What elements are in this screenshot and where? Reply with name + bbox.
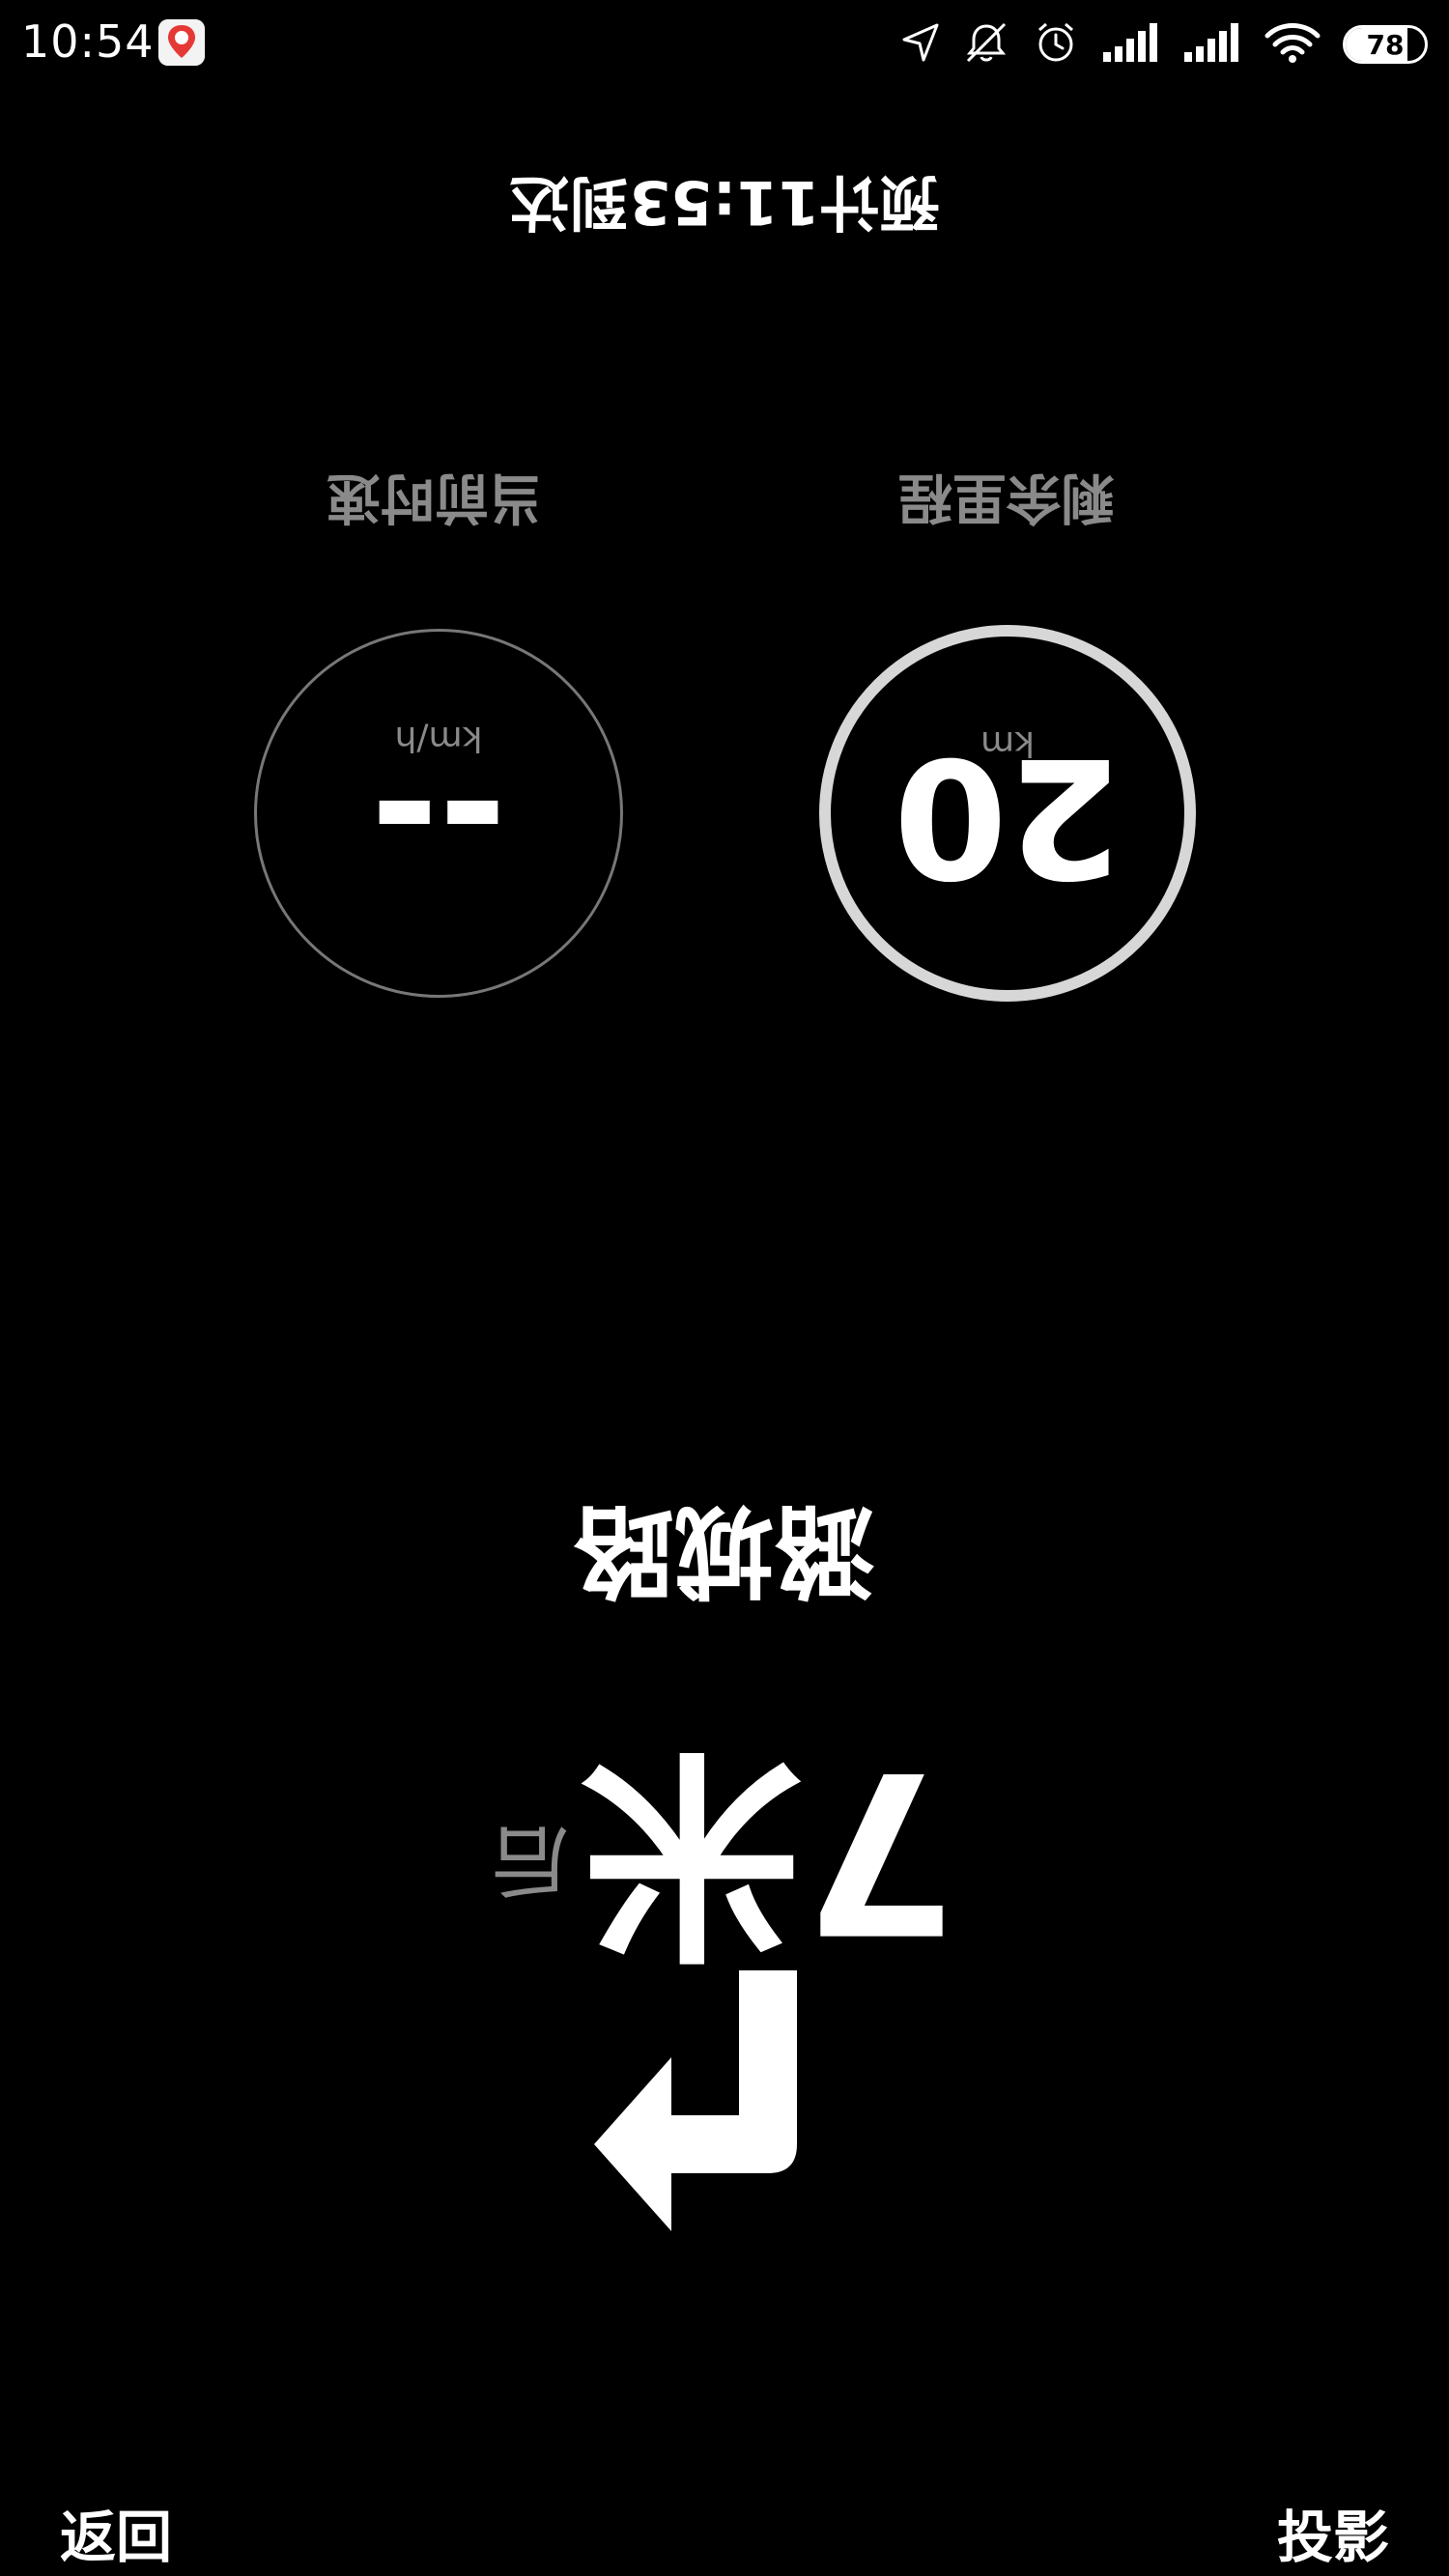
back-button[interactable]: 返回 (60, 2492, 172, 2573)
speed-caption: 当前时速 (327, 466, 543, 528)
status-time: 10:54 (21, 15, 155, 68)
eta-text: 预计11:53到达 (509, 167, 940, 238)
distance-value: 7米 (580, 1721, 958, 1979)
location-arrow-icon (898, 21, 941, 68)
status-bar: 10:54 78 (0, 0, 1449, 87)
hud-projection: 7米 后 潞城路 -- km/h 当前时速 20 km 剩余里程 预计11:53… (0, 87, 1449, 2502)
turn-right-arrow-icon (594, 1970, 797, 2231)
signal-icon (1182, 21, 1242, 68)
remaining-gauge: 20 km (819, 625, 1196, 1002)
distance-suffix: 后 (491, 1815, 569, 1905)
status-icons: 78 (898, 17, 1428, 71)
mute-bell-icon (962, 18, 1010, 71)
speed-unit: km/h (394, 719, 483, 758)
speed-value: -- (370, 725, 507, 917)
distance-row: 7米 后 (0, 1721, 1449, 1979)
alarm-icon (1032, 18, 1080, 71)
battery-level: 78 (1366, 28, 1405, 61)
road-name: 潞城路 (574, 1491, 876, 1609)
wifi-icon (1264, 20, 1321, 69)
bottom-bar: 返回 投影 (0, 2492, 1449, 2576)
projection-button[interactable]: 投影 (1277, 2492, 1389, 2573)
baidu-maps-icon (158, 19, 205, 66)
remaining-unit: km (980, 723, 1035, 763)
remaining-caption: 剩余里程 (898, 466, 1115, 528)
battery-indicator: 78 (1343, 25, 1428, 64)
signal-icon (1101, 21, 1161, 68)
speed-gauge: -- km/h (254, 629, 623, 998)
